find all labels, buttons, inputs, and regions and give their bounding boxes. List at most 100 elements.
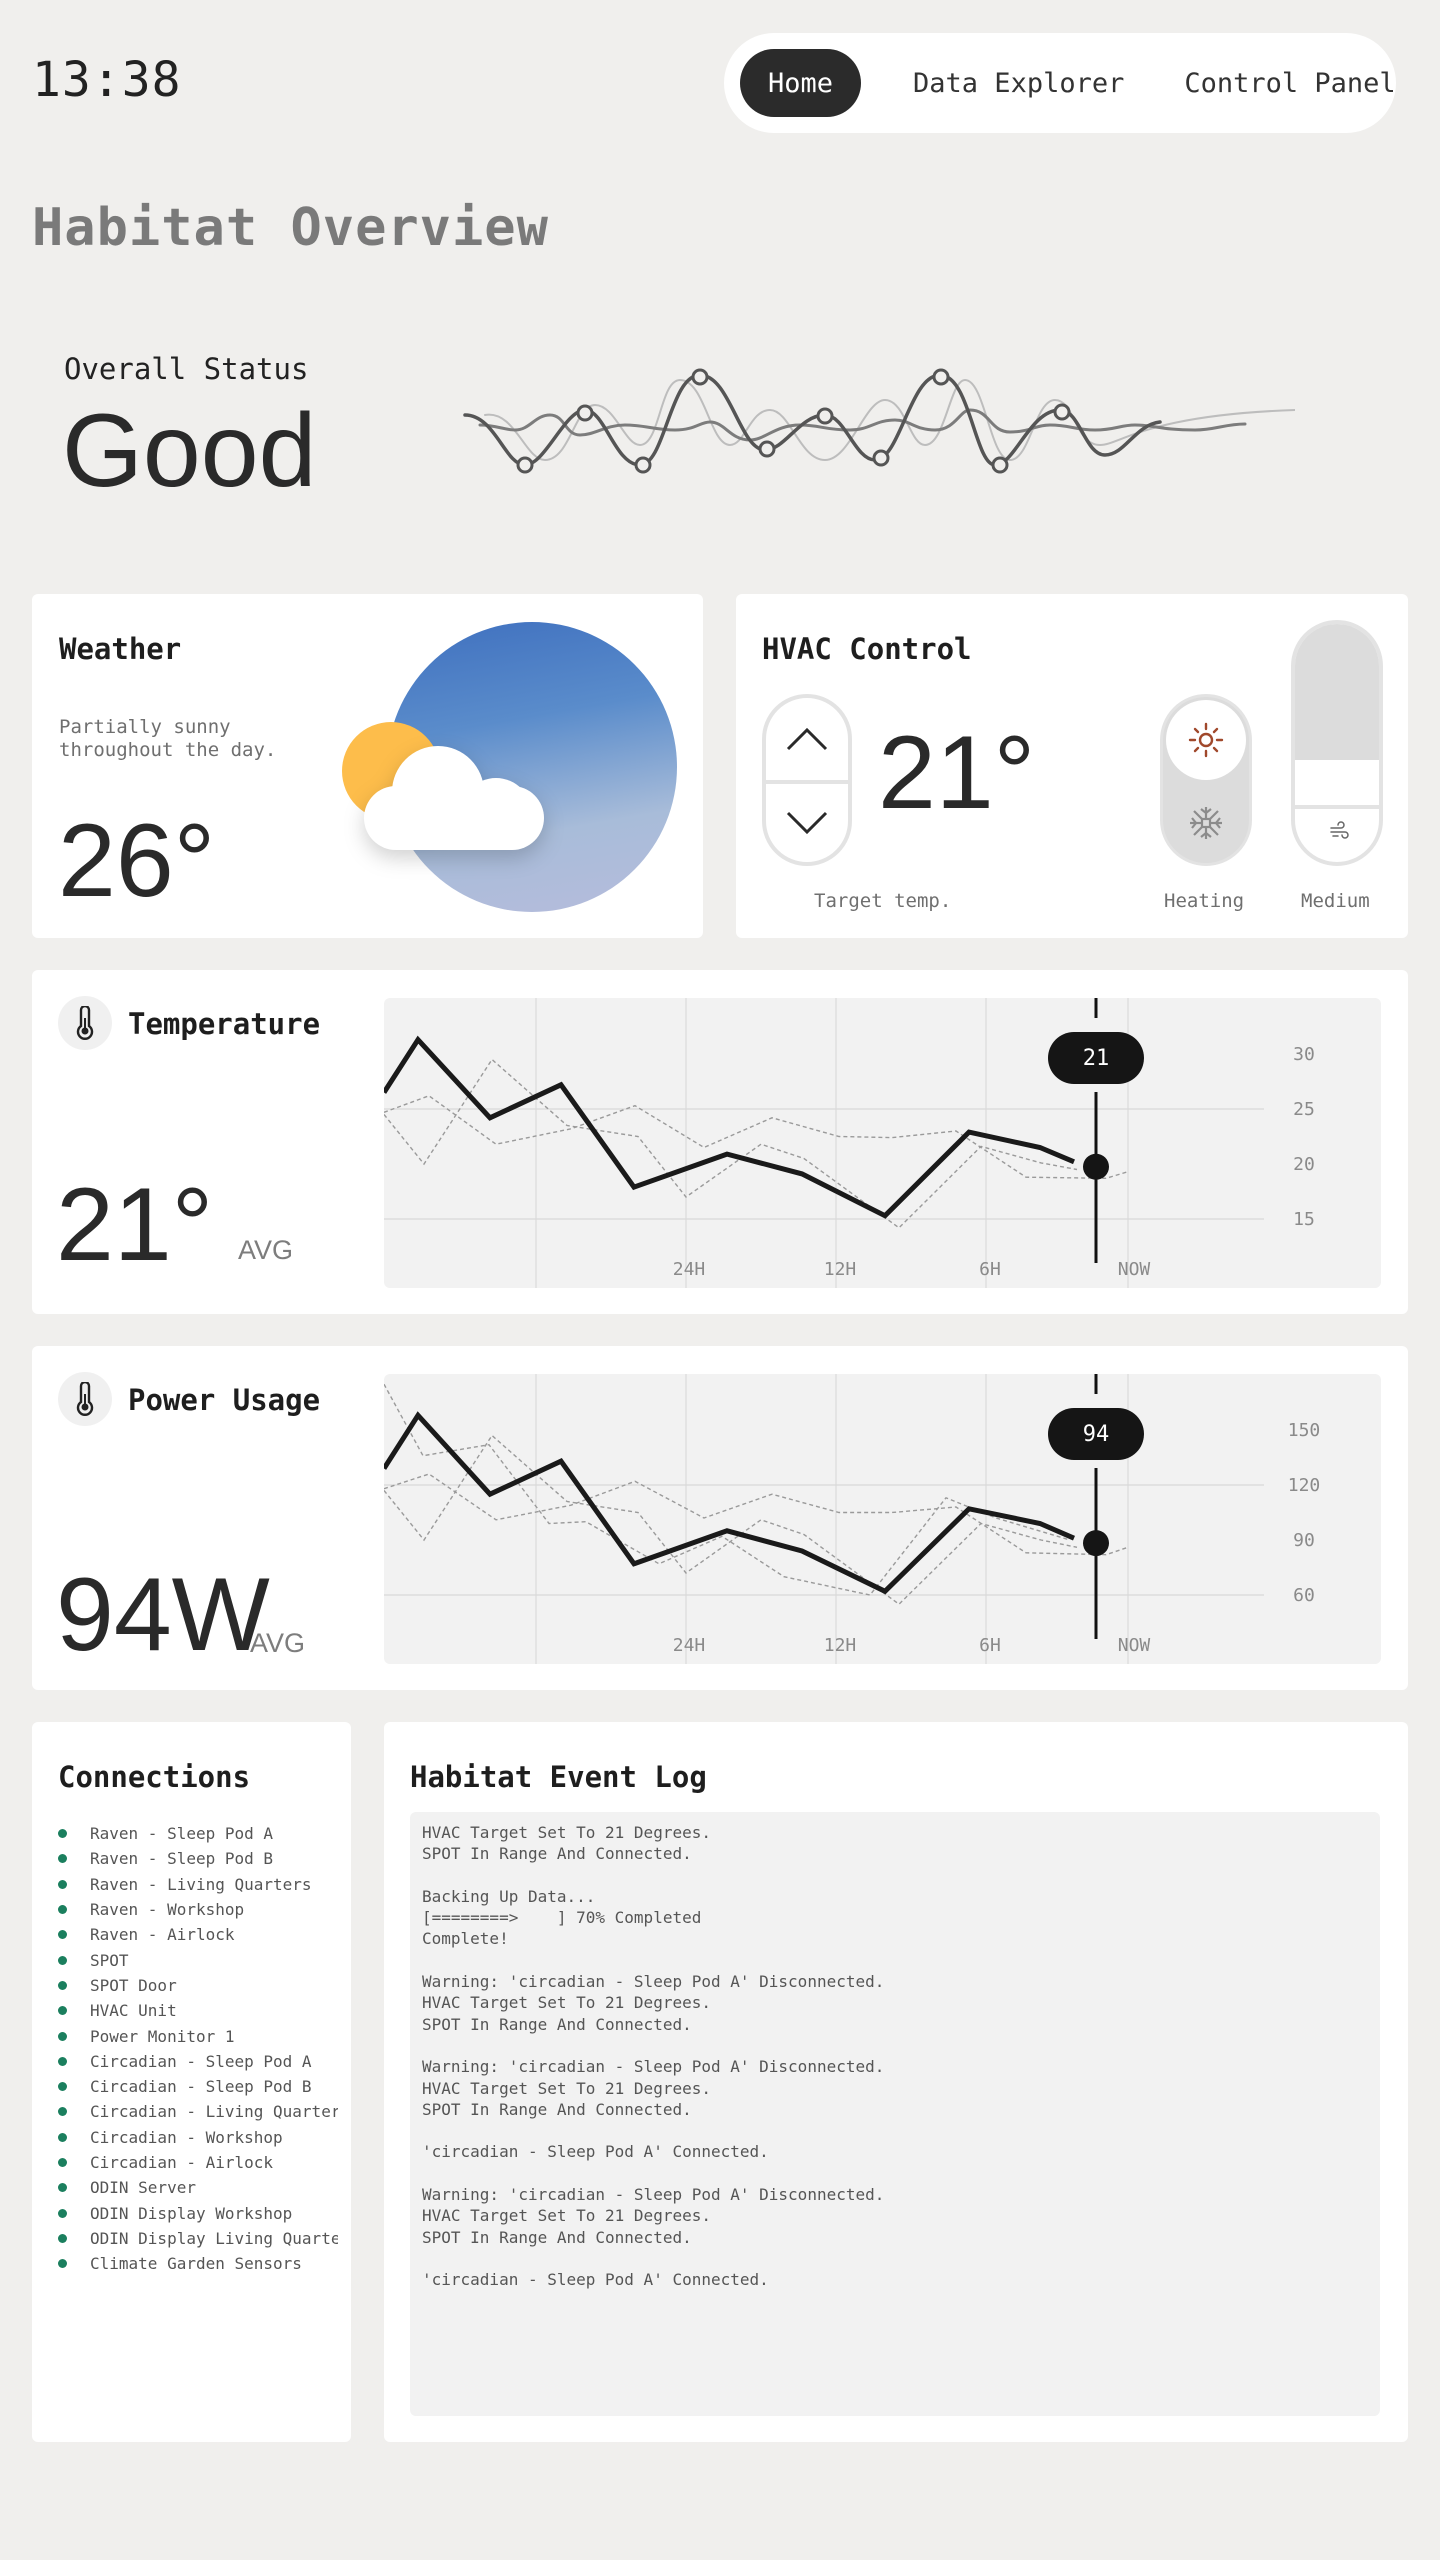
wind-icon: [1330, 821, 1349, 839]
weather-description: Partially sunny throughout the day.: [59, 716, 277, 761]
wave-marker: [872, 449, 890, 467]
event-log-output[interactable]: HVAC Target Set To 21 Degrees. SPOT In Ra…: [410, 1812, 1380, 2416]
connected-status-dot: [58, 2082, 67, 2092]
x-tick-label: 24H: [673, 1635, 706, 1656]
connection-name: Circadian - Sleep Pod B: [90, 2077, 312, 2097]
temp-up-button[interactable]: [766, 698, 848, 780]
nav-control-panel[interactable]: Control Panel: [1166, 49, 1413, 117]
weather-temperature: 26°: [58, 803, 216, 919]
nav-data-explorer[interactable]: Data Explorer: [895, 49, 1142, 117]
temperature-chart[interactable]: 30 25 20 15 24H 12H 6H NOW 21: [384, 998, 1381, 1288]
connected-status-dot: [58, 2183, 67, 2193]
hvac-mode-toggle[interactable]: [1160, 694, 1252, 866]
heat-mode-knob: [1166, 700, 1246, 780]
log-line: SPOT In Range And Connected.: [422, 2227, 692, 2247]
chevron-down-icon: [786, 811, 828, 835]
log-line: Warning: 'circadian - Sleep Pod A' Disco…: [422, 2185, 885, 2205]
x-tick-label: 24H: [673, 1259, 706, 1280]
temperature-card: Temperature 21° AVG 30 25 20 15 24H 12H 6H NOW 2…: [32, 970, 1408, 1314]
connected-status-dot: [58, 1879, 67, 1889]
connection-name: Circadian - Workshop: [90, 2127, 283, 2147]
connection-item: Raven - Airlock: [58, 1922, 338, 1947]
fan-slider-track: [1295, 624, 1379, 760]
connected-status-dot: [58, 2208, 67, 2218]
fan-slider-handle[interactable]: [1295, 805, 1379, 809]
connected-status-dot: [58, 2031, 67, 2041]
x-tick-label: 12H: [824, 1259, 857, 1280]
temperature-avg-value: 21°: [56, 1167, 214, 1283]
connection-item: Raven - Workshop: [58, 1897, 338, 1922]
connection-item: Circadian - Sleep Pod B: [58, 2074, 338, 2099]
connections-list: Raven - Sleep Pod A Raven - Sleep Pod B Ra…: [58, 1821, 338, 2276]
x-tick-label: 6H: [979, 1259, 1001, 1280]
log-line: [========> ] 70% Completed: [422, 1908, 702, 1928]
power-avg-value: 94W: [56, 1557, 270, 1673]
power-usage-chart[interactable]: 150 120 90 60 24H 12H 6H NOW 94: [384, 1374, 1381, 1664]
fan-speed-slider[interactable]: [1291, 620, 1383, 866]
connection-name: Circadian - Sleep Pod A: [90, 2051, 312, 2071]
log-line: HVAC Target Set To 21 Degrees.: [422, 2206, 711, 2226]
series-line-average: [384, 1411, 1075, 1595]
connection-item: Circadian - Workshop: [58, 2125, 338, 2150]
y-tick-label: 25: [1293, 1099, 1315, 1120]
connection-name: Raven - Airlock: [90, 1925, 235, 1945]
connected-status-dot: [58, 2056, 67, 2066]
connection-name: HVAC Unit: [90, 2001, 177, 2021]
weather-card: Weather Partially sunny throughout the d…: [32, 594, 703, 938]
connection-name: Raven - Workshop: [90, 1900, 245, 1920]
wave-marker: [691, 368, 709, 386]
connection-name: Raven - Sleep Pod A: [90, 1824, 274, 1844]
connection-name: SPOT: [90, 1950, 129, 1970]
cursor-tooltip-value: 94: [1083, 1422, 1110, 1447]
connection-name: SPOT Door: [90, 1975, 177, 1995]
connections-title: Connections: [58, 1760, 251, 1794]
x-tick-label: NOW: [1118, 1259, 1151, 1280]
connection-item: Circadian - Living Quarters: [58, 2099, 338, 2124]
connected-status-dot: [58, 2006, 67, 2016]
log-line: SPOT In Range And Connected.: [422, 1844, 692, 1864]
thermometer-icon-badge: [58, 1372, 112, 1426]
connected-status-dot: [58, 2259, 67, 2269]
cloud-icon: [364, 746, 544, 850]
power-usage-chart-svg: 150 120 90 60 24H 12H 6H NOW 94: [384, 1374, 1320, 1664]
wave-marker: [576, 404, 594, 422]
wave-marker: [634, 456, 652, 474]
status-wave-graphic: [463, 368, 1295, 474]
status-label: Overall Status: [64, 352, 309, 386]
nav-home[interactable]: Home: [740, 49, 862, 117]
log-line: HVAC Target Set To 21 Degrees.: [422, 1993, 711, 2013]
event-log-title: Habitat Event Log: [410, 1760, 707, 1794]
cursor-handle[interactable]: [1083, 1153, 1109, 1180]
y-tick-label: 20: [1293, 1154, 1315, 1175]
page-title: Habitat Overview: [32, 198, 549, 258]
connection-name: ODIN Server: [90, 2178, 196, 2198]
series-line-average: [384, 1035, 1075, 1219]
connection-name: Raven - Sleep Pod B: [90, 1849, 274, 1869]
log-line: Warning: 'circadian - Sleep Pod A' Disco…: [422, 1972, 885, 1992]
connection-item: Raven - Sleep Pod B: [58, 1846, 338, 1871]
snowflake-icon: [1190, 807, 1222, 839]
cool-mode-option: [1166, 783, 1246, 863]
y-tick-label: 15: [1293, 1209, 1315, 1230]
temperature-title: Temperature: [128, 1007, 321, 1041]
connected-status-dot: [58, 1955, 67, 1965]
target-temp-stepper: [762, 694, 852, 866]
connection-item: SPOT Door: [58, 1973, 338, 1998]
log-line: 'circadian - Sleep Pod A' Connected.: [422, 2142, 769, 2162]
target-temp-value: 21°: [878, 715, 1036, 831]
connected-status-dot: [58, 2233, 67, 2243]
wave-marker: [516, 456, 534, 474]
hvac-card: HVAC Control 21° Target temp. Heating Me…: [736, 594, 1408, 938]
hvac-mode-label: Heating: [1164, 890, 1245, 912]
chevron-up-icon: [786, 727, 828, 751]
power-avg-label: AVG: [250, 1628, 306, 1658]
event-log-card: Habitat Event Log HVAC Target Set To 21 …: [384, 1722, 1408, 2442]
log-line: SPOT In Range And Connected.: [422, 2014, 692, 2034]
cursor-handle[interactable]: [1083, 1530, 1109, 1557]
connection-item: HVAC Unit: [58, 1998, 338, 2023]
temp-down-button[interactable]: [766, 780, 848, 862]
connection-name: Raven - Living Quarters: [90, 1874, 312, 1894]
